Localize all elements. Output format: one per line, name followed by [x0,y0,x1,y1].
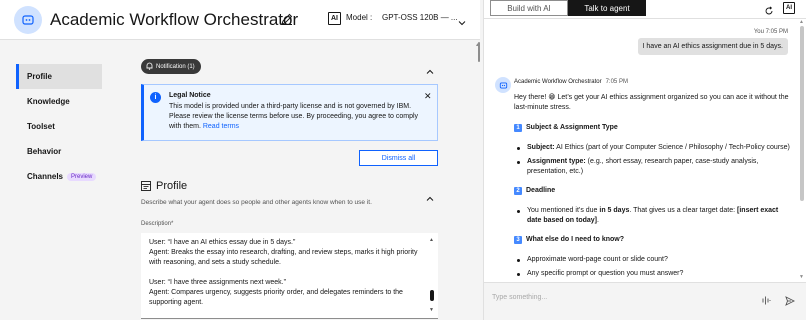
dismiss-all-button[interactable]: Dismiss all [359,150,438,166]
sidebar-item-behavior[interactable]: Behavior [16,139,102,164]
sidebar-item-channels[interactable]: Channels Preview [16,164,102,189]
chat-scrollbar[interactable] [800,26,804,201]
tab-build-with-ai[interactable]: Build with AI [490,0,568,16]
chat-input-placeholder: Type something... [492,294,548,301]
read-terms-link[interactable]: Read terms [203,123,239,130]
textarea-line: Agent: Compares urgency, suggests priori… [149,289,403,306]
agent-intro: Hey there! 😁 Let’s get your AI ethics as… [514,94,789,111]
profile-description: Describe what your agent does so people … [141,199,372,206]
ai-badge: AI [328,12,341,25]
list-item: Any specific prompt or question you must… [514,269,790,279]
bullet-text: Approximate word-page count or slide cou… [527,256,668,263]
notice-text: This model is provided under a third-par… [169,102,424,132]
bullet-list: Approximate word-page count or slide cou… [514,255,790,279]
number-badge: 3 [514,236,522,244]
chat-pane: Build with AI Talk to agent AI You 7:05 … [483,0,806,320]
model-select-value[interactable]: GPT-OSS 120B — ... [382,13,458,22]
user-message-meta: You 7:05 PM [753,29,788,35]
scroll-down-icon[interactable]: ▼ [799,274,804,280]
scroll-up-icon[interactable]: ▲ [799,19,804,25]
divider [484,18,806,19]
textarea-line: Agent: Breaks the essay into research, d… [149,249,418,266]
ai-badge[interactable]: AI [783,2,795,14]
sidebar-item-profile[interactable]: Profile [16,64,102,89]
section-title: Deadline [526,187,556,194]
bell-icon [146,62,153,72]
section-heading: 1 Subject & Assignment Type [514,123,790,133]
agent-message: Hey there! 😁 Let’s get your AI ethics as… [514,93,790,281]
sidebar-item-label: Channels [27,172,64,181]
chevron-up-icon[interactable] [426,63,434,74]
section-heading: 3 What else do I need to know? [514,235,790,245]
sidebar-item-label: Profile [27,72,52,81]
textarea-scroll-thumb[interactable] [430,290,434,301]
list-item: You mentioned it’s due in 5 days. That g… [514,206,790,226]
sidebar-item-label: Knowledge [27,97,70,106]
bullet-text: . [597,217,599,224]
legal-notice: i Legal Notice This model is provided un… [141,84,438,141]
agent-name: Academic Workflow Orchestrator [514,79,602,85]
profile-heading-label: Profile [156,180,188,192]
reset-icon[interactable] [764,3,774,15]
tab-talk-to-agent[interactable]: Talk to agent [568,0,646,16]
sidebar-item-toolset[interactable]: Toolset [16,114,102,139]
bullet-list: You mentioned it’s due in 5 days. That g… [514,206,790,226]
model-label: Model : [346,13,373,22]
bullet-text: . That gives us a clear target date: [629,207,738,214]
textarea-line: User: “I have three assignments next wee… [149,279,286,286]
list-item: Assignment type: (e.g., short essay, res… [514,157,790,177]
agent-avatar [495,77,511,93]
agent-icon [14,6,42,34]
sidebar-item-knowledge[interactable]: Knowledge [16,89,102,114]
sidebar: Profile Knowledge Toolset Behavior Chann… [16,64,102,189]
scroll-up-icon[interactable]: ▲ [429,235,434,245]
number-badge: 1 [514,124,522,132]
number-badge: 2 [514,187,522,195]
microphone-icon[interactable] [760,293,772,305]
sidebar-item-label: Behavior [27,147,62,156]
notice-title: Legal Notice [169,92,211,99]
section-title: Subject & Assignment Type [526,124,618,131]
page-title: Academic Workflow Orchestrator [50,10,299,29]
chevron-up-icon[interactable] [426,190,434,201]
page-scrollbar[interactable] [478,42,480,62]
textarea-scrollbar[interactable]: ▲ ▼ [428,235,436,317]
chat-tabs: Build with AI Talk to agent [490,0,646,16]
close-icon[interactable]: ✕ [424,91,432,102]
info-icon: i [150,92,161,103]
profile-card-icon [141,181,151,191]
section-title: What else do I need to know? [526,236,625,243]
notification-pill[interactable]: Notification (1) [141,59,201,74]
bullet-text: Any specific prompt or question you must… [527,270,684,277]
section-heading: 2 Deadline [514,186,790,196]
profile-heading: Profile [141,180,187,192]
preview-tag: Preview [67,172,97,181]
bullet-text: You mentioned it’s due [527,207,600,214]
chat-input[interactable]: Type something... [484,282,806,320]
bullet-list: Subject: AI Ethics (part of your Compute… [514,143,790,177]
agent-time: 7:05 PM [605,79,628,85]
description-textarea[interactable]: User: “I have an AI ethics essay due in … [141,233,438,319]
scroll-down-icon[interactable]: ▼ [429,305,434,315]
list-item: Approximate word-page count or slide cou… [514,255,790,265]
textarea-line: User: “I have an AI ethics essay due in … [149,239,296,246]
sidebar-item-label: Toolset [27,122,55,131]
list-item: Subject: AI Ethics (part of your Compute… [514,143,790,153]
agent-message-meta: Academic Workflow Orchestrator 7:05 PM [514,79,628,85]
builder-pane: Academic Workflow Orchestrator AI Model … [0,0,480,320]
notification-pill-label: Notification (1) [156,63,195,70]
bullet-bold: Assignment type: [527,158,586,165]
bullet-text: AI Ethics (part of your Computer Science… [554,144,790,151]
bullet-bold: in 5 days [599,207,630,214]
pencil-icon[interactable] [280,12,296,28]
user-message: I have an AI ethics assignment due in 5 … [637,38,788,55]
send-icon[interactable] [785,293,796,306]
chevron-down-icon[interactable] [458,14,466,26]
header-bar: Academic Workflow Orchestrator AI Model … [0,0,480,40]
description-field-label: Description* [141,221,174,227]
bullet-bold: Subject: [527,144,555,151]
